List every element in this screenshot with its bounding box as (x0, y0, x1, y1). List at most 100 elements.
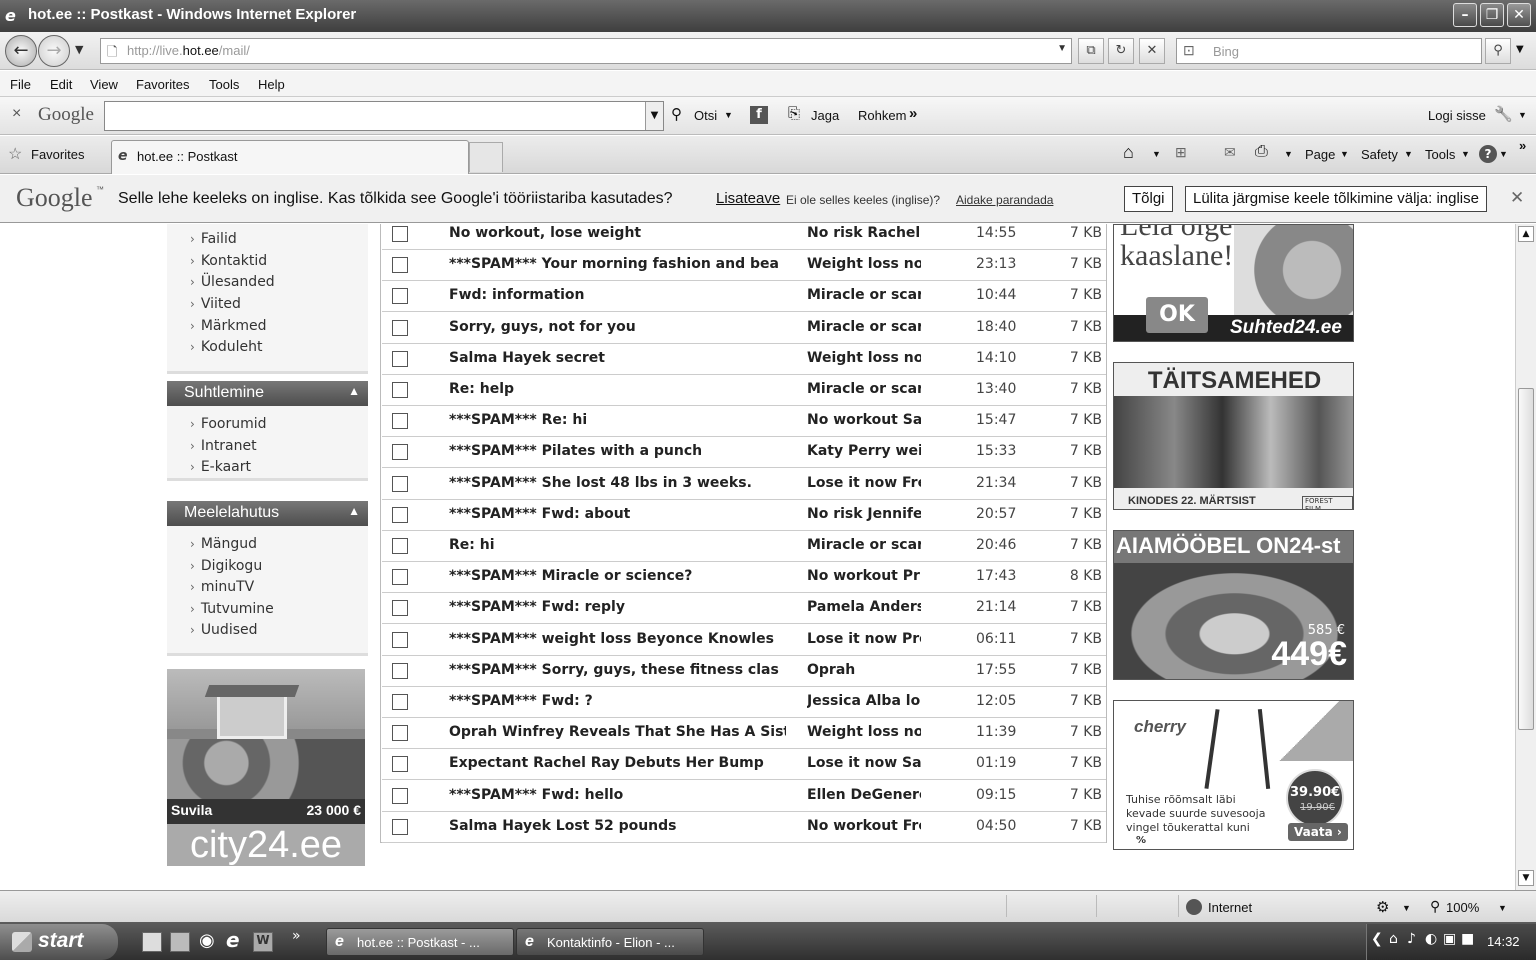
protected-mode-icon[interactable]: ⚙ (1376, 898, 1389, 916)
menu-edit[interactable]: Edit (50, 77, 72, 92)
print-icon[interactable]: ⎙ (1255, 143, 1268, 161)
print-dropdown-icon[interactable]: ▼ (1284, 149, 1293, 159)
table-row[interactable]: ***SPAM*** Sorry, guys, these fitness cl… (382, 656, 1106, 687)
start-button[interactable]: start (0, 924, 118, 960)
wrench-dropdown-icon[interactable]: ▼ (1518, 110, 1527, 120)
ad-cherry[interactable]: cherry Tuhise rõõmsalt läbi kevade suurd… (1113, 700, 1354, 850)
tray-volume-icon[interactable]: ♪ (1407, 931, 1416, 947)
page-scrollbar[interactable]: ▲ ▼ (1515, 224, 1536, 890)
zoom-dropdown-icon[interactable]: ▼ (1498, 903, 1507, 913)
row-subject[interactable]: No workout, lose weight (449, 225, 786, 241)
rohkem-arrows-icon[interactable]: » (909, 105, 917, 122)
row-checkbox[interactable] (392, 476, 408, 492)
row-checkbox[interactable] (392, 756, 408, 772)
row-checkbox[interactable] (392, 632, 408, 648)
feeds-icon[interactable]: ⊞ (1175, 144, 1187, 161)
tray-network-icon[interactable]: ⌂ (1389, 931, 1398, 947)
table-row[interactable]: ***SPAM*** Fwd: ? Jessica Alba lo 12:05 7 K… (382, 687, 1106, 718)
forward-arrow-icon[interactable]: → (38, 35, 70, 67)
sidebar-item-failid[interactable]: › Failid (190, 231, 237, 247)
row-subject[interactable]: ***SPAM*** Re: hi (449, 412, 786, 428)
learn-more-link[interactable]: Lisateave (716, 190, 780, 207)
help-icon[interactable]: ? (1479, 145, 1497, 163)
sidebar-item-foorumid[interactable]: › Foorumid (190, 416, 267, 432)
table-row[interactable]: ***SPAM*** Miracle or science? No workout… (382, 562, 1106, 593)
table-row[interactable]: ***SPAM*** Your morning fashion and bea W… (382, 250, 1106, 281)
protected-mode-dropdown-icon[interactable]: ▼ (1402, 903, 1411, 913)
sidebar-item-intranet[interactable]: › Intranet (190, 438, 257, 454)
refresh-icon[interactable]: ↻ (1108, 38, 1134, 64)
facebook-icon[interactable]: f (750, 106, 768, 124)
minimize-icon[interactable]: – (1453, 3, 1477, 27)
otsi-dropdown-icon[interactable]: ▼ (724, 110, 733, 120)
taskbar-item-kontaktinfo[interactable]: e Kontaktinfo - Elion - ... (516, 928, 704, 956)
safety-menu[interactable]: Safety (1361, 147, 1398, 162)
row-subject[interactable]: Re: help (449, 381, 786, 397)
signin-link[interactable]: Logi sisse (1428, 108, 1486, 123)
quicklaunch-overflow-icon[interactable]: » (292, 928, 301, 944)
tray-shield-icon[interactable]: ◐ (1425, 931, 1437, 947)
google-search-input[interactable]: ▼ (104, 101, 664, 131)
table-row[interactable]: Re: help Miracle or scar 13:40 7 KB (382, 375, 1106, 406)
new-tab-button[interactable] (469, 142, 503, 172)
row-checkbox[interactable] (392, 413, 408, 429)
quicklaunch-window-icon[interactable] (170, 932, 190, 952)
window-title-bar[interactable]: e hot.ee :: Postkast - Windows Internet … (0, 0, 1536, 32)
row-subject[interactable]: ***SPAM*** Your morning fashion and bea (449, 256, 786, 272)
tray-display-icon[interactable]: ■ (1461, 931, 1474, 947)
toolbar-overflow-icon[interactable]: » (1519, 138, 1526, 153)
ad-aiamoobel[interactable]: AIAMÖÖBEL ON24-st 585 € 449€ (1113, 530, 1354, 680)
row-subject[interactable]: Re: hi (449, 537, 786, 553)
help-fix-link[interactable]: Aidake parandada (956, 193, 1053, 207)
row-subject[interactable]: Salma Hayek secret (449, 350, 786, 366)
sidebar-header-meelelahutus[interactable]: Meelelahutus ▲ (167, 501, 368, 526)
menu-file[interactable]: File (10, 77, 31, 92)
menu-help[interactable]: Help (258, 77, 285, 92)
table-row[interactable]: Fwd: information Miracle or scar 10:44 7 KB (382, 281, 1106, 312)
quicklaunch-desktop-icon[interactable] (142, 932, 162, 952)
sidebar-item-minutv[interactable]: › minuTV (190, 579, 254, 595)
wrench-icon[interactable]: 🔧 (1494, 105, 1513, 123)
table-row[interactable]: ***SPAM*** Pilates with a punch Katy Perr… (382, 437, 1106, 468)
google-search-dropdown-icon[interactable]: ▼ (645, 102, 663, 130)
city24-logo[interactable]: city24.ee (167, 824, 365, 866)
back-arrow-icon[interactable]: ← (5, 35, 37, 67)
otsi-button[interactable]: Otsi (694, 108, 717, 123)
tray-monitor-icon[interactable]: ▣ (1443, 931, 1456, 947)
quicklaunch-media-icon[interactable]: ◉ (199, 930, 215, 951)
row-subject[interactable]: ***SPAM*** Pilates with a punch (449, 443, 786, 459)
scroll-down-icon[interactable]: ▼ (1518, 870, 1534, 886)
row-checkbox[interactable] (392, 351, 408, 367)
sidebar-header-suhtlemine[interactable]: Suhtlemine ▲ (167, 381, 368, 406)
table-row[interactable]: ***SPAM*** Re: hi No workout Sa 15:47 7 KB (382, 406, 1106, 437)
row-subject[interactable]: ***SPAM*** Miracle or science? (449, 568, 786, 584)
search-options-icon[interactable]: ▼ (1516, 44, 1524, 55)
row-subject[interactable]: Salma Hayek Lost 52 pounds (449, 818, 786, 834)
city24-ad[interactable]: Suvila 23 000 € (167, 669, 365, 824)
clock[interactable]: 14:32 (1487, 934, 1520, 949)
home-dropdown-icon[interactable]: ▼ (1152, 149, 1161, 159)
table-row[interactable]: Expectant Rachel Ray Debuts Her Bump Lose… (382, 749, 1106, 780)
row-subject[interactable]: ***SPAM*** weight loss Beyonce Knowles (449, 631, 786, 647)
url-input[interactable]: 🗋 http://live.hot.ee/mail/ ▼ (100, 38, 1072, 64)
row-checkbox[interactable] (392, 538, 408, 554)
favorites-button[interactable]: Favorites (31, 147, 84, 162)
url-dropdown-icon[interactable]: ▼ (1057, 43, 1067, 54)
scroll-up-icon[interactable]: ▲ (1518, 226, 1534, 242)
row-checkbox[interactable] (392, 444, 408, 460)
row-checkbox[interactable] (392, 320, 408, 336)
ad-taitsamehed[interactable]: TÄITSAMEHED KINODES 22. MÄRTSIST FOREST … (1113, 362, 1354, 510)
table-row[interactable]: Sorry, guys, not for you Miracle or scar 1… (382, 313, 1106, 344)
menu-view[interactable]: View (90, 77, 118, 92)
sidebar-item-viited[interactable]: › Viited (190, 296, 241, 312)
row-subject[interactable]: ***SPAM*** Fwd: reply (449, 599, 786, 615)
toolbar-close-icon[interactable]: × (12, 105, 21, 123)
table-row[interactable]: ***SPAM*** Fwd: reply Pamela Anders 21:14 7… (382, 593, 1106, 624)
row-checkbox[interactable] (392, 663, 408, 679)
table-row[interactable]: Salma Hayek secret Weight loss no 14:10 7 K… (382, 344, 1106, 375)
table-row[interactable]: Oprah Winfrey Reveals That She Has A Sis… (382, 718, 1106, 749)
zoom-level[interactable]: 100% (1446, 900, 1479, 915)
scroll-thumb[interactable] (1518, 388, 1534, 730)
sidebar-item-ekaart[interactable]: › E-kaart (190, 459, 251, 475)
close-icon[interactable]: ✕ (1507, 3, 1531, 27)
